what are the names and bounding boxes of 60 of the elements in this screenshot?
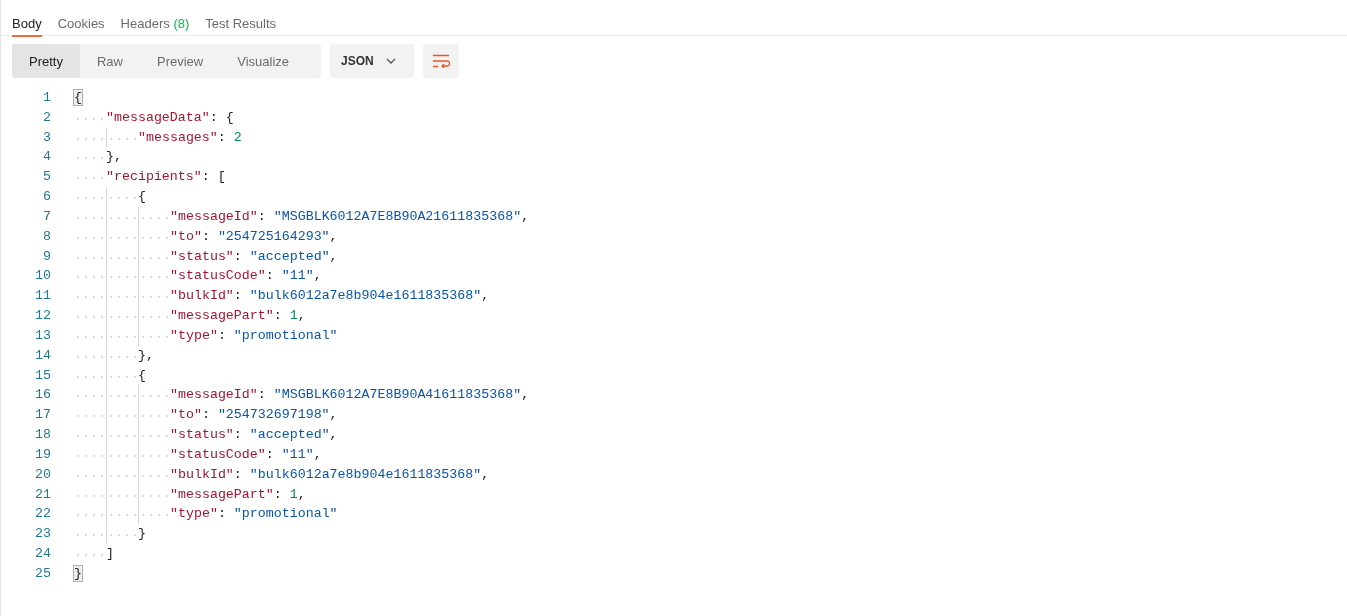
line-number: 4 [42,148,51,167]
line-number: 23 [34,525,51,544]
view-mode-tab[interactable]: Pretty [12,44,80,78]
line-number: 2 [42,108,51,127]
code-line: "type": "promotional" [170,326,338,345]
code-line: "status": "accepted", [170,426,338,445]
code-line: "to": "254725164293", [170,227,338,246]
code-line: "messageId": "MSGBLK6012A7E8B90A41611835368", [170,386,530,405]
code-line: "bulkId": "bulk6012a7e8b904e1611835368", [170,287,490,306]
line-number: 24 [34,545,51,564]
line-number: 14 [34,346,51,365]
code-line: { [138,188,146,207]
code-line: "recipients": [ [106,168,226,187]
code-line: "statusCode": "11", [170,445,322,464]
line-number: 20 [34,465,51,484]
line-number: 6 [42,188,51,207]
line-number: 5 [42,168,51,187]
code-line: }, [106,148,122,167]
code-line: { [138,366,146,385]
line-number: 7 [42,207,51,226]
code-line: "statusCode": "11", [170,267,322,286]
line-number: 9 [42,247,51,266]
line-number: 13 [34,326,51,345]
view-mode-tab[interactable]: Preview [140,44,221,78]
line-number: 17 [34,406,51,425]
line-number: 19 [34,445,51,464]
line-number: 18 [34,426,51,445]
line-number: 21 [34,485,51,504]
line-number: 1 [42,89,51,107]
response-tab[interactable]: Headers (8) [120,0,190,37]
code-line: "bulkId": "bulk6012a7e8b904e1611835368", [170,465,490,484]
view-mode-tab[interactable]: Visualize [220,44,307,78]
response-tab[interactable]: Body [12,0,42,37]
code-line: "messagePart": 1, [170,307,306,326]
view-mode-tab[interactable]: Raw [79,44,140,78]
line-number: 15 [34,366,51,385]
code-line: "messageData": { [106,108,234,127]
code-line: } [138,525,146,544]
line-number: 16 [34,386,51,405]
code-line: "messageId": "MSGBLK6012A7E8B90A21611835368", [170,207,530,226]
line-number: 8 [42,227,51,246]
word-wrap-button[interactable] [423,44,459,78]
code-line: ] [106,545,114,564]
format-dropdown[interactable]: JSON [330,44,414,78]
line-number: 3 [42,128,51,147]
line-number: 12 [34,307,51,326]
line-number: 22 [34,505,51,524]
response-tab[interactable]: Test Results [205,0,277,37]
code-line: "to": "254732697198", [170,406,338,425]
line-number: 11 [34,287,51,306]
chevron-down-icon [385,58,396,64]
response-tab[interactable]: Cookies [57,0,105,37]
line-number: 10 [34,267,51,286]
code-line: "type": "promotional" [170,505,338,524]
code-line: "messagePart": 1, [170,485,306,504]
code-line: }, [138,346,154,365]
code-line: "status": "accepted", [170,247,338,266]
line-number: 25 [34,564,51,583]
wrap-lines-icon [432,54,450,68]
code-line: "messages": 2 [138,128,242,147]
